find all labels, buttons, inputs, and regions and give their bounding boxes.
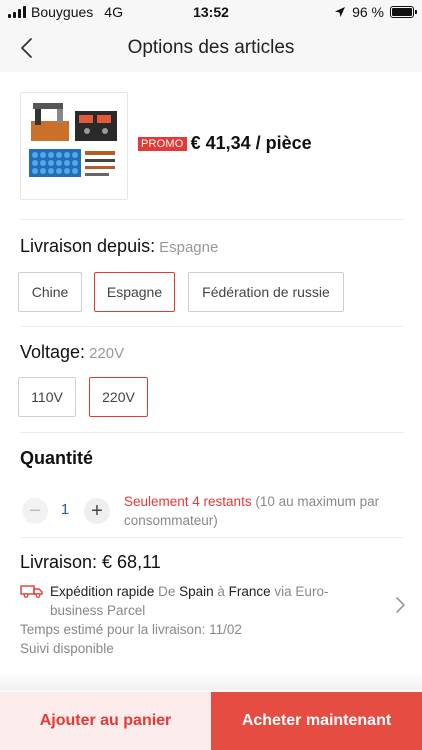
buy-now-button[interactable]: Acheter maintenant [211, 692, 422, 750]
divider [20, 432, 404, 433]
stock-remaining: Seulement 4 restants [124, 494, 252, 509]
page-title: Options des articles [127, 37, 295, 58]
battery-icon [390, 6, 417, 18]
bottom-shadow [0, 672, 422, 692]
delivery-method: Expédition rapide [50, 584, 155, 599]
unit-price: € 41,34 / pièce [190, 133, 312, 153]
price-row: PROMO € 41,34 / pièce [138, 133, 312, 154]
shipping-from-selected: Espagne [159, 239, 219, 256]
option-voltage-220v[interactable]: 220V [89, 377, 148, 417]
shipping-from-label: Livraison depuis: [20, 236, 156, 256]
nav-bar: Options des articles [0, 24, 422, 72]
delivery-a: à [213, 584, 229, 599]
delivery-destination: France [228, 584, 271, 599]
delivery-title: Livraison: € 68,11 [20, 552, 161, 572]
chevron-right-icon[interactable] [394, 596, 406, 614]
location-arrow-icon [335, 7, 346, 17]
voltage-header: Voltage: 220V [20, 342, 124, 363]
promo-badge: PROMO [138, 136, 187, 151]
quantity-label: Quantité [20, 448, 94, 468]
delivery-method-line: Expédition rapide De Spain à France via … [50, 582, 350, 620]
status-bar: Bouygues 4G 13:52 96 % [0, 0, 422, 24]
option-ship-from-chine[interactable]: Chine [18, 272, 82, 312]
quantity-decrease-button[interactable]: − [22, 498, 48, 524]
delivery-estimate: Temps estimé pour la livraison: 11/02 [20, 622, 242, 637]
voltage-selected: 220V [89, 345, 125, 362]
option-ship-from-espagne[interactable]: Espagne [94, 272, 175, 312]
divider [20, 537, 404, 538]
add-to-cart-button[interactable]: Ajouter au panier [0, 692, 211, 750]
delivery-origin: Spain [179, 584, 214, 599]
divider [20, 219, 404, 220]
option-ship-from-russie[interactable]: Fédération de russie [188, 272, 344, 312]
status-right: 96 % [334, 4, 417, 20]
product-image [21, 93, 127, 199]
delivery-tracking: Suivi disponible [20, 641, 114, 656]
quantity-value[interactable]: 1 [58, 501, 72, 518]
truck-icon [20, 585, 43, 598]
voltage-label: Voltage: [20, 342, 86, 362]
stock-note: Seulement 4 restants (10 au maximum par … [124, 492, 406, 530]
option-voltage-110v[interactable]: 110V [18, 377, 76, 417]
product-thumbnail[interactable] [20, 92, 128, 200]
battery-percent: 96 % [352, 4, 384, 20]
shipping-from-header: Livraison depuis: Espagne [20, 236, 218, 257]
divider [20, 326, 404, 327]
quantity-increase-button[interactable]: + [84, 498, 110, 524]
delivery-de: De [154, 584, 180, 599]
